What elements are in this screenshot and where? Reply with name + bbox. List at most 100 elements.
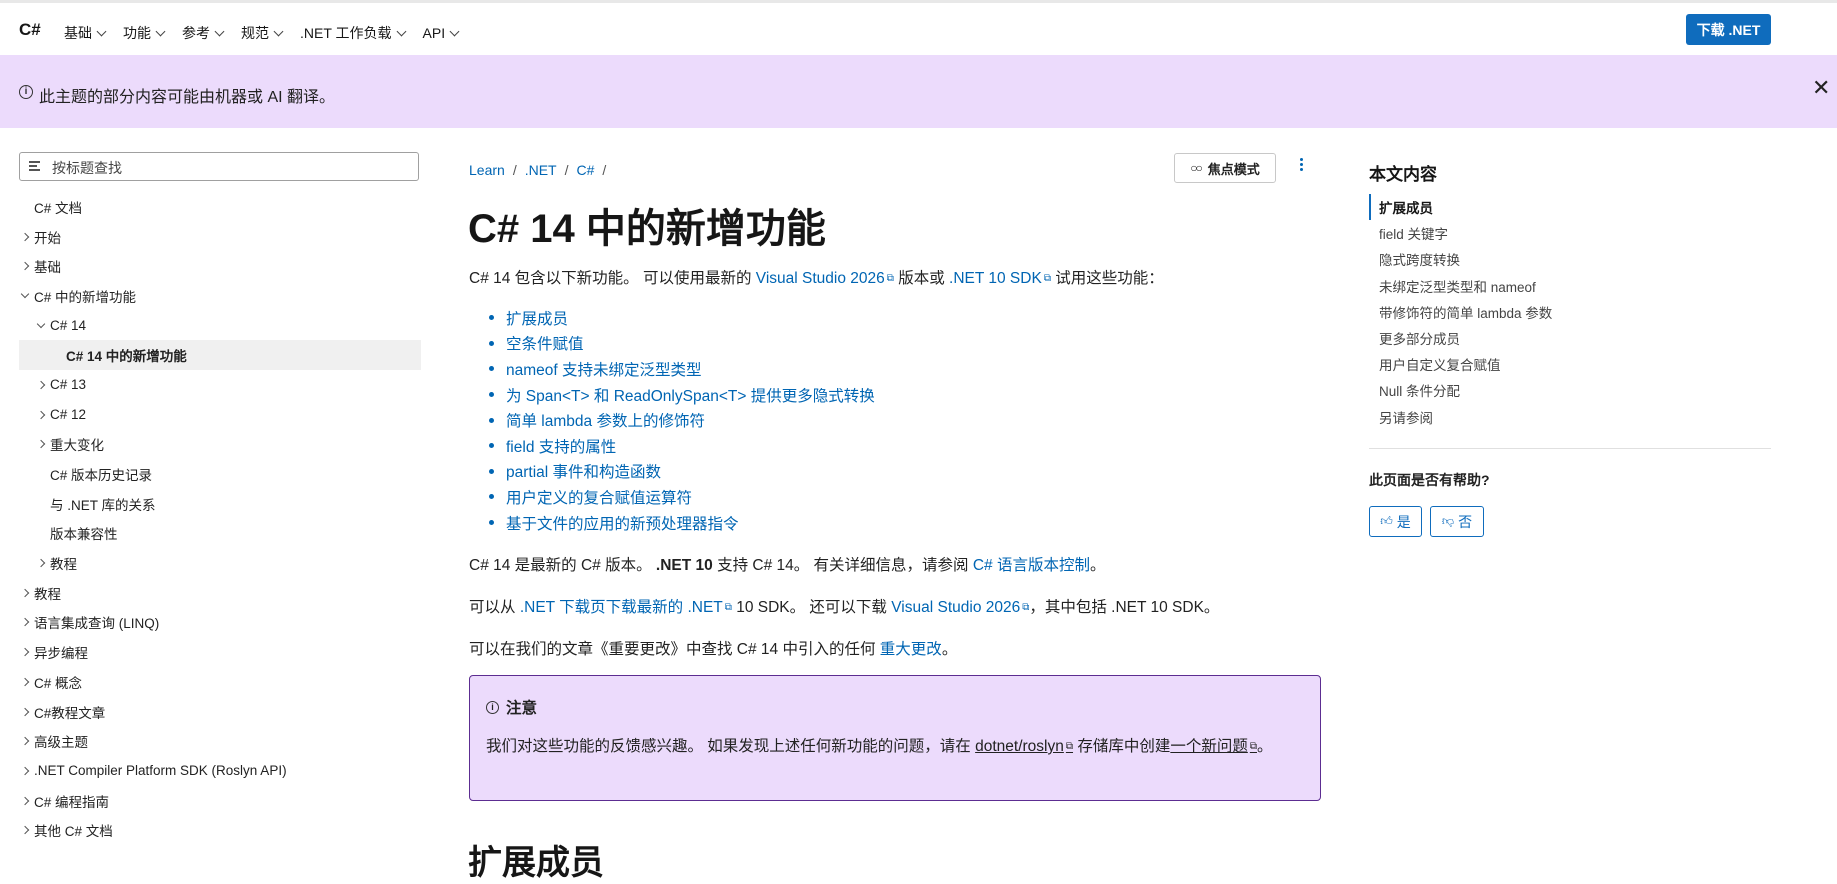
toc-item[interactable]: 开始 [19, 222, 421, 252]
toc-filter [19, 152, 419, 181]
chevron-right-icon[interactable] [20, 707, 30, 716]
chevron-down-icon[interactable] [20, 290, 30, 299]
feature-link[interactable]: nameof 支持未绑定泛型类型 [506, 358, 702, 380]
note-callout: i 注意 我们对这些功能的反馈感兴趣。 如果发现上述任何新功能的问题，请在 do… [469, 675, 1321, 801]
toc-item[interactable]: C# 14 中的新增功能 [19, 340, 421, 371]
divider [1369, 448, 1771, 449]
toc-item-label: 版本兼容性 [50, 527, 118, 543]
in-this-article-item[interactable]: 扩展成员 [1369, 194, 1552, 221]
toc-item[interactable]: C# 12 [19, 400, 421, 430]
chevron-right-icon[interactable] [20, 618, 30, 627]
toc-item[interactable]: 版本兼容性 [19, 519, 421, 549]
chevron-right-icon[interactable] [36, 440, 46, 449]
vs2026-link[interactable]: Visual Studio 2026 ⧉ [756, 270, 894, 287]
feature-link[interactable]: 扩展成员 [506, 307, 568, 329]
feature-link[interactable]: 用户定义的复合赋值运算符 [506, 486, 692, 508]
in-this-article-item[interactable]: 更多部分成员 [1369, 325, 1552, 351]
roslyn-repo-link[interactable]: dotnet/roslyn ⧉ [975, 738, 1073, 755]
feature-link[interactable]: field 支持的属性 [506, 435, 616, 457]
in-this-article-item[interactable]: 隐式跨度转换 [1369, 246, 1552, 272]
toc-item[interactable]: 教程 [19, 578, 421, 608]
in-this-article-title: 本文内容 [1369, 165, 1437, 184]
chevron-down-icon [273, 26, 284, 36]
feedback-yes-button[interactable]: 👍︎ 是 [1369, 506, 1422, 537]
breadcrumb-dotnet[interactable]: .NET [525, 162, 557, 178]
more-options-icon[interactable] [1300, 158, 1304, 173]
download-dotnet-button[interactable]: 下载 .NET [1686, 14, 1771, 45]
feature-link[interactable]: 为 Span<T> 和 ReadOnlySpan<T> 提供更多隐式转换 [506, 384, 875, 406]
link-text: Visual Studio 2026 [755, 270, 885, 287]
chevron-right-icon[interactable] [36, 558, 46, 568]
brand-logo[interactable]: C# [19, 20, 41, 40]
nav-label: API [422, 25, 446, 41]
nav-label: 功能 [123, 25, 151, 41]
in-this-article-item[interactable]: 用户自定义复合赋值 [1369, 351, 1552, 377]
chevron-right-icon[interactable] [20, 796, 30, 805]
chevron-right-icon[interactable] [36, 410, 46, 419]
breadcrumb-learn[interactable]: Learn [469, 162, 505, 178]
focus-mode-button[interactable]: ○○ 焦点模式 [1174, 153, 1276, 183]
feature-link[interactable]: 基于文件的应用的新预处理器指令 [506, 512, 739, 534]
chevron-right-icon[interactable] [20, 766, 30, 776]
toc-item-label: 教程 [50, 557, 77, 573]
toc-item[interactable]: C# 14 [19, 311, 421, 341]
language-versioning-link[interactable]: C# 语言版本控制 [973, 557, 1090, 574]
toc-item[interactable]: C# 中的新增功能 [19, 281, 421, 311]
toc-item[interactable]: 异步编程 [19, 637, 421, 667]
toc-item[interactable]: 教程 [19, 548, 421, 578]
toc-item[interactable]: C# 文档 [19, 192, 421, 222]
toc-item[interactable]: .NET Compiler Platform SDK (Roslyn API) [19, 756, 421, 786]
chevron-down-icon[interactable] [36, 319, 46, 329]
toc-item-label: C# 版本历史记录 [50, 468, 153, 484]
nav-item-features[interactable]: 功能 [123, 23, 166, 43]
chevron-right-icon[interactable] [20, 826, 30, 835]
toc-item[interactable]: C#教程文章 [19, 697, 421, 727]
feature-list-item: partial 事件和构造函数 [489, 459, 875, 485]
chevron-right-icon[interactable] [20, 232, 30, 241]
toc-item[interactable]: 与 .NET 库的关系 [19, 489, 421, 519]
breadcrumb-csharp[interactable]: C# [576, 162, 594, 178]
chevron-right-icon[interactable] [20, 677, 30, 687]
in-this-article-item[interactable]: 另请参阅 [1369, 404, 1552, 430]
chevron-right-icon[interactable] [20, 736, 30, 746]
chevron-right-icon[interactable] [20, 588, 30, 598]
chevron-right-icon[interactable] [36, 380, 46, 390]
toc-item-label: 重大变化 [50, 438, 104, 454]
toc-filter-input[interactable] [50, 157, 414, 179]
dotnet-download-link[interactable]: .NET 下载页下载最新的 .NET ⧉ [520, 599, 732, 616]
breaking-changes-link[interactable]: 重大更改 [880, 641, 942, 658]
toc-item[interactable]: 语言集成查询 (LINQ) [19, 608, 421, 638]
chevron-right-icon[interactable] [20, 647, 30, 657]
feature-link[interactable]: partial 事件和构造函数 [506, 460, 661, 482]
text: 。 [1256, 738, 1273, 755]
vs2026-download-link[interactable]: Visual Studio 2026 ⧉ [891, 599, 1029, 616]
feature-link[interactable]: 简单 lambda 参数上的修饰符 [506, 409, 705, 431]
toc-item[interactable]: C# 概念 [19, 667, 421, 697]
toc-item[interactable]: C# 编程指南 [19, 786, 421, 816]
toc-item[interactable]: 其他 C# 文档 [19, 815, 421, 845]
nav-item-spec[interactable]: 规范 [241, 23, 284, 43]
feature-list-item: 扩展成员 [489, 305, 875, 331]
new-issue-link[interactable]: 一个新问题 ⧉ [1170, 738, 1257, 755]
close-icon[interactable]: ✕ [1812, 75, 1830, 101]
banner-text: 此主题的部分内容可能由机器或 AI 翻译。 [39, 89, 336, 106]
nav-item-workloads[interactable]: .NET 工作负载 [300, 23, 406, 43]
feedback-no-button[interactable]: 👎︎ 否 [1430, 506, 1484, 537]
toc-item[interactable]: 重大变化 [19, 430, 421, 460]
nav-item-reference[interactable]: 参考 [182, 23, 225, 43]
in-this-article-item[interactable]: 带修饰符的简单 lambda 参数 [1369, 299, 1552, 325]
nav-item-basics[interactable]: 基础 [64, 23, 107, 43]
toc-item[interactable]: 高级主题 [19, 726, 421, 756]
dotnet10-sdk-link[interactable]: .NET 10 SDK ⧉ [949, 270, 1051, 287]
page-title: C# 14 中的新增功能 [468, 207, 826, 251]
in-this-article-item[interactable]: field 关键字 [1369, 220, 1552, 246]
in-this-article-item[interactable]: 未绑定泛型类型和 nameof [1369, 273, 1552, 299]
nav-item-api[interactable]: API [422, 23, 460, 43]
toc-item-label: C#教程文章 [34, 705, 106, 721]
toc-item[interactable]: C# 13 [19, 370, 421, 400]
in-this-article-item[interactable]: Null 条件分配 [1369, 377, 1552, 403]
feature-link[interactable]: 空条件赋值 [506, 332, 584, 354]
toc-item[interactable]: C# 版本历史记录 [19, 459, 421, 489]
chevron-right-icon[interactable] [20, 261, 30, 271]
toc-item[interactable]: 基础 [19, 251, 421, 281]
